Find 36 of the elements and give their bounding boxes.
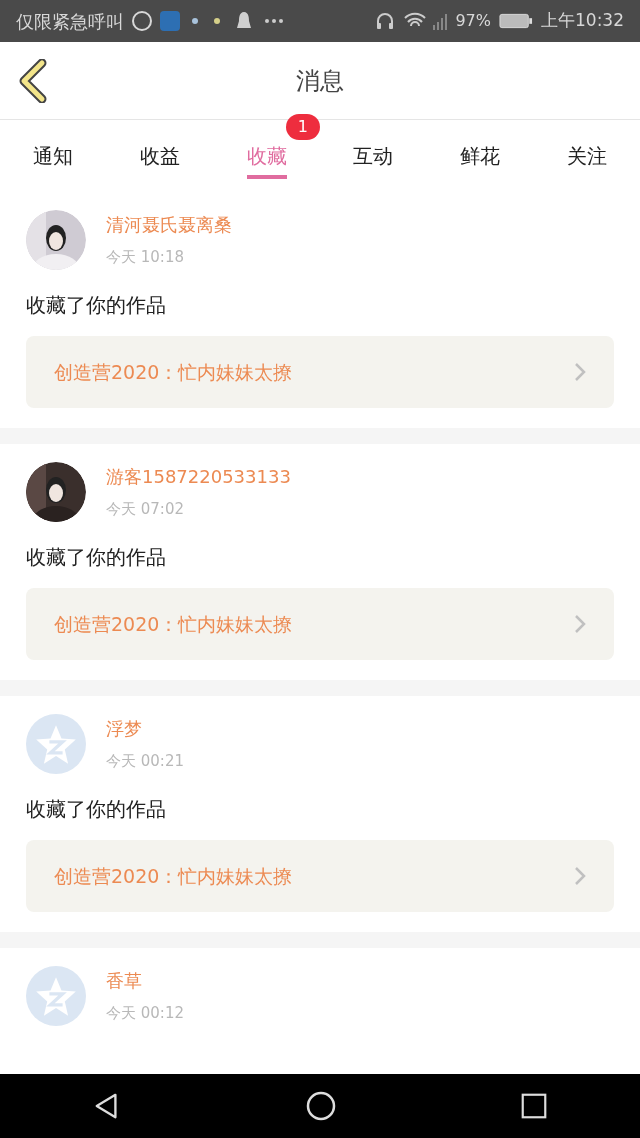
message-time: 今天 00:21 [106,751,184,773]
tab[interactable]: 收藏 [246,133,287,179]
tab[interactable]: 通知 [33,133,74,179]
more-icon [264,18,284,24]
work-link-card[interactable]: 创造营2020：忙内妹妹太撩 [26,336,614,408]
clock-text: 上午10:32 [541,9,624,33]
user-name[interactable]: 游客1587220533133 [106,463,291,491]
default-avatar-icon [26,714,86,774]
message-time: 今天 00:12 [106,1003,184,1025]
default-avatar-icon [26,966,86,1026]
message-text: 收藏了你的作品 [26,544,167,571]
work-link-card[interactable]: 创造营2020：忙内妹妹太撩 [26,588,614,660]
message-text: 收藏了你的作品 [26,796,167,823]
tab[interactable]: 鲜花 [460,133,500,179]
battery-icon [499,12,533,30]
headphones-icon [375,11,396,31]
back-icon[interactable] [18,58,48,103]
tab[interactable]: 收益 [140,133,180,179]
user-name[interactable]: 香草 [106,967,184,995]
battery-percent: 97% [455,10,491,32]
work-link-card[interactable]: 创造营2020：忙内妹妹太撩 [26,840,614,912]
chevron-right-icon [574,362,586,382]
page-title: 消息 [296,65,344,97]
chevron-right-icon [574,614,586,634]
recents-square-icon[interactable] [521,1093,548,1119]
user-name[interactable]: 清河聂氏聂离桑 [106,211,232,239]
chevron-right-icon [574,866,586,886]
message-time: 今天 07:02 [106,499,185,521]
message-text: 收藏了你的作品 [26,292,167,319]
count-badge: 1 [285,114,320,140]
message-time: 今天 10:18 [106,247,185,269]
user-name[interactable]: 浮梦 [106,715,184,743]
home-circle-icon[interactable] [306,1091,336,1121]
tab[interactable]: 关注 [566,133,607,179]
carrier-text: 仅限紧急呼叫 [16,9,124,34]
tab[interactable]: 互动 [353,133,394,179]
